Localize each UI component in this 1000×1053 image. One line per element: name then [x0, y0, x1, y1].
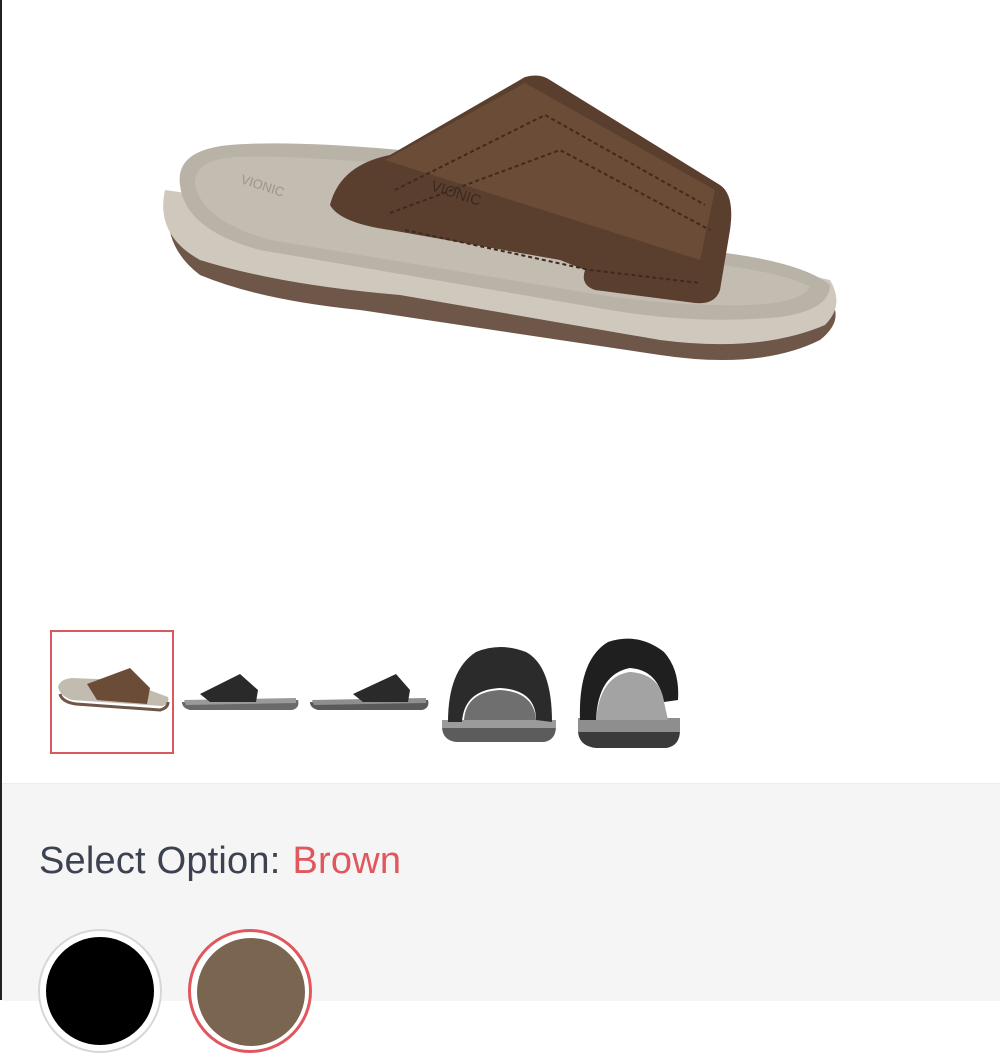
thumbnail-black-back[interactable]	[568, 630, 692, 754]
thumbnail-brown-side[interactable]	[50, 630, 174, 754]
thumbnail-black-front[interactable]	[436, 630, 560, 754]
product-main-image[interactable]: VIONIC VIONIC	[140, 55, 860, 395]
thumbnail-black-side[interactable]	[180, 630, 304, 754]
select-option-label: Select Option:	[39, 840, 281, 882]
swatch-black-fill	[46, 937, 154, 1045]
thumbnail-strip	[50, 630, 710, 760]
thumbnail-black-side-alt[interactable]	[308, 630, 432, 754]
swatch-brown[interactable]	[188, 929, 312, 1053]
selected-option-value: Brown	[292, 840, 402, 882]
swatch-black[interactable]	[38, 929, 162, 1053]
option-selector-panel: Select Option: Brown	[2, 783, 1000, 1053]
swatch-brown-fill	[197, 938, 305, 1046]
select-option-heading: Select Option: Brown	[39, 840, 401, 883]
